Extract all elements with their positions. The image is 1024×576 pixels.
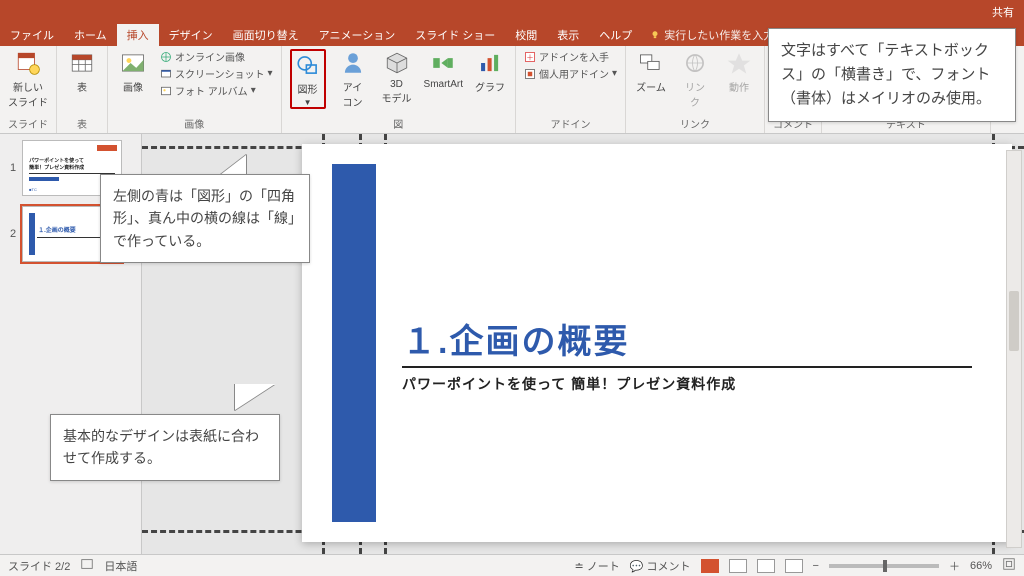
tab-home[interactable]: ホーム xyxy=(64,24,117,46)
image-button[interactable]: 画像 xyxy=(116,49,150,94)
screenshot-button[interactable]: スクリーンショット ▾ xyxy=(160,66,273,81)
comments-button[interactable]: 💬 コメント xyxy=(630,558,691,574)
online-images-button[interactable]: オンライン画像 xyxy=(160,49,273,64)
sorter-view-button[interactable] xyxy=(729,559,747,573)
group-addins-label: アドイン xyxy=(551,116,591,133)
tab-review[interactable]: 校閲 xyxy=(505,24,547,46)
notes-button[interactable]: ≐ ノート xyxy=(574,558,619,574)
image-extra: オンライン画像 スクリーンショット ▾ フォト アルバム ▾ xyxy=(160,49,273,98)
zoom-out-button[interactable]: − xyxy=(813,560,819,572)
blue-rectangle-shape[interactable] xyxy=(332,164,376,522)
shapes-label: 図形 xyxy=(298,81,318,96)
icons-label: アイ コン xyxy=(343,79,363,109)
spellcheck-icon[interactable] xyxy=(80,557,94,574)
new-slide-icon xyxy=(14,49,42,77)
callout-tail xyxy=(220,155,246,175)
zoom-icon xyxy=(637,49,665,77)
callout-left: 左側の青は「図形」の「四角形」、真ん中の横の線は「線」で作っている。 xyxy=(100,174,310,263)
smartart-icon xyxy=(429,49,457,77)
get-addins-button[interactable]: ＋アドインを入手 xyxy=(524,49,617,64)
title-bar: 共有 xyxy=(0,0,1024,24)
group-slides: 新しい スライド スライド xyxy=(0,46,57,133)
group-images-label: 画像 xyxy=(184,116,204,133)
3dmodel-label: 3D モデル xyxy=(382,79,412,105)
star-icon xyxy=(725,49,753,77)
link-icon xyxy=(681,49,709,77)
table-button[interactable]: 表 xyxy=(65,49,99,94)
shapes-button[interactable]: 図形 ▼ xyxy=(290,49,326,109)
tab-design[interactable]: デザイン xyxy=(159,24,223,46)
table-label: 表 xyxy=(77,79,87,94)
zoom-label: ズーム xyxy=(636,79,666,94)
group-links: ズーム リン ク 動作 リンク xyxy=(626,46,765,133)
chart-label: グラフ xyxy=(475,79,505,94)
thumb-number: 1 xyxy=(10,162,16,174)
zoom-percent[interactable]: 66% xyxy=(970,560,992,572)
normal-view-button[interactable] xyxy=(701,559,719,573)
group-illustrations: 図形 ▼ アイ コン 3D モデル SmartArt グラフ 図 xyxy=(282,46,516,133)
chart-button[interactable]: グラフ xyxy=(473,49,507,94)
tab-animations[interactable]: アニメーション xyxy=(309,24,406,46)
vertical-scrollbar[interactable] xyxy=(1006,150,1022,548)
reading-view-button[interactable] xyxy=(757,559,775,573)
tab-transitions[interactable]: 画面切り替え xyxy=(223,24,309,46)
zoom-button[interactable]: ズーム xyxy=(634,49,668,94)
table-icon xyxy=(68,49,96,77)
tab-help[interactable]: ヘルプ xyxy=(589,24,642,46)
thumb-number: 2 xyxy=(10,228,16,240)
action-label: 動作 xyxy=(729,79,749,94)
photo-album-button[interactable]: フォト アルバム ▾ xyxy=(160,83,273,98)
bulb-icon xyxy=(650,30,660,40)
callout-topright: 文字はすべて「テキストボックス」の「横書き」で、フォント（書体）はメイリオのみ使… xyxy=(768,28,1016,122)
slide-subtitle[interactable]: パワーポイントを使って 簡単！プレゼン資料作成 xyxy=(402,374,736,394)
share-button[interactable]: 共有 xyxy=(986,2,1020,22)
link-button[interactable]: リン ク xyxy=(678,49,712,109)
chart-icon xyxy=(476,49,504,77)
zoom-slider[interactable] xyxy=(829,564,939,568)
smartart-button[interactable]: SmartArt xyxy=(424,49,463,90)
zoom-in-button[interactable]: ＋ xyxy=(949,558,960,574)
image-icon xyxy=(119,49,147,77)
shapes-icon xyxy=(294,51,322,79)
image-label: 画像 xyxy=(123,79,143,94)
smartart-label: SmartArt xyxy=(424,79,463,90)
new-slide-label: 新しい スライド xyxy=(8,79,48,109)
status-bar: スライド 2/2 日本語 ≐ ノート 💬 コメント − ＋ 66% xyxy=(0,554,1024,576)
new-slide-button[interactable]: 新しい スライド xyxy=(8,49,48,109)
icons-button[interactable]: アイ コン xyxy=(336,49,370,109)
chevron-down-icon: ▼ xyxy=(304,98,312,107)
fit-to-window-button[interactable] xyxy=(1002,557,1016,574)
group-slides-label: スライド xyxy=(8,116,48,133)
cube-icon xyxy=(383,49,411,77)
tab-file[interactable]: ファイル xyxy=(0,24,64,46)
language-label[interactable]: 日本語 xyxy=(104,558,137,574)
tab-view[interactable]: 表示 xyxy=(547,24,589,46)
tab-insert[interactable]: 挿入 xyxy=(117,24,159,46)
link-label: リン ク xyxy=(685,79,705,109)
callout-bottom: 基本的なデザインは表紙に合わせて作成する。 xyxy=(50,414,280,481)
action-button[interactable]: 動作 xyxy=(722,49,756,94)
my-addins-button[interactable]: 個人用アドイン ▾ xyxy=(524,66,617,81)
icons-icon xyxy=(339,49,367,77)
callout-tail xyxy=(235,384,275,410)
divider-line-shape[interactable] xyxy=(402,366,972,368)
group-addins: ＋アドインを入手 個人用アドイン ▾ アドイン xyxy=(516,46,626,133)
scrollbar-thumb[interactable] xyxy=(1009,291,1019,351)
tab-slideshow[interactable]: スライド ショー xyxy=(405,24,505,46)
slide-title[interactable]: １.企画の概要 xyxy=(402,314,629,363)
group-links-label: リンク xyxy=(680,116,710,133)
group-images: 画像 オンライン画像 スクリーンショット ▾ フォト アルバム ▾ 画像 xyxy=(108,46,282,133)
group-illust-label: 図 xyxy=(393,116,403,133)
group-tables-label: 表 xyxy=(77,116,87,133)
slide[interactable]: １.企画の概要 パワーポイントを使って 簡単！プレゼン資料作成 xyxy=(302,144,1012,542)
3dmodel-button[interactable]: 3D モデル xyxy=(380,49,414,105)
group-tables: 表 表 xyxy=(57,46,108,133)
svg-text:＋: ＋ xyxy=(526,53,534,62)
slideshow-view-button[interactable] xyxy=(785,559,803,573)
slide-counter: スライド 2/2 xyxy=(8,558,70,574)
